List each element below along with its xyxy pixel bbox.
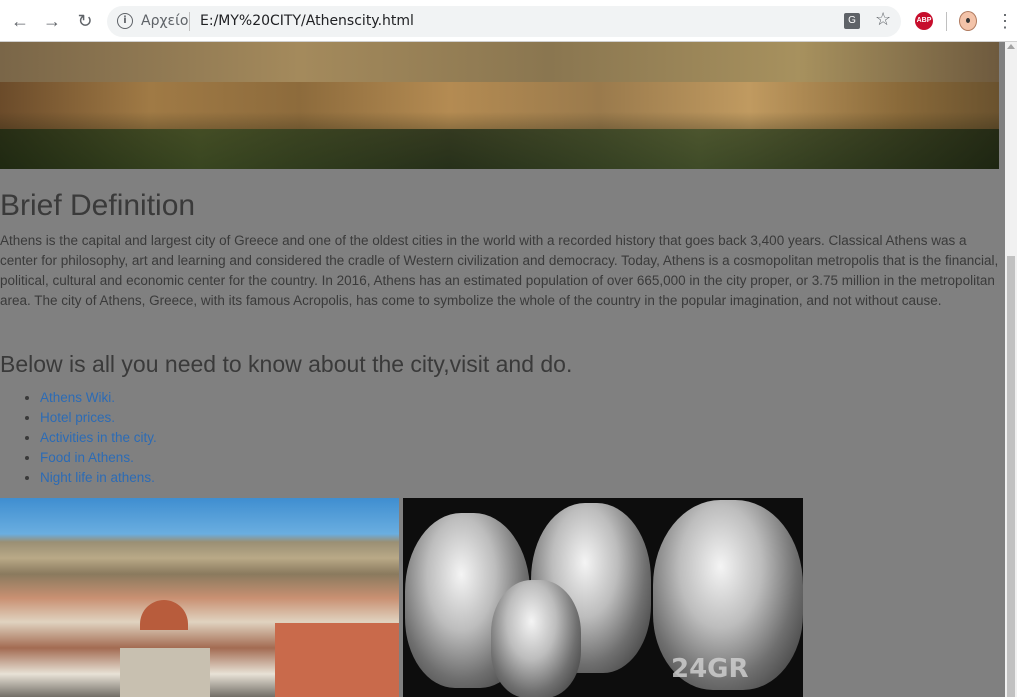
intro-paragraph: Athens is the capital and largest city o… — [0, 233, 999, 308]
photo-watermark: 24GR — [671, 654, 749, 684]
page-title: Brief Definition — [0, 189, 196, 222]
link-athens-wiki[interactable]: Athens Wiki. — [40, 390, 115, 405]
list-item: Night life in athens. — [40, 468, 157, 488]
address-bar[interactable]: i Αρχείο E:/MY%20CITY/Athenscity.html G … — [107, 6, 901, 37]
link-food[interactable]: Food in Athens. — [40, 450, 134, 465]
athens-cityscape-photo — [0, 498, 399, 697]
star-icon[interactable]: ☆ — [875, 9, 891, 30]
list-item: Hotel prices. — [40, 408, 157, 428]
acropolis-hero-image — [0, 42, 999, 169]
reload-icon[interactable]: ↻ — [74, 10, 96, 32]
link-hotel-prices[interactable]: Hotel prices. — [40, 410, 115, 425]
list-item: Activities in the city. — [40, 428, 157, 448]
hero-trees — [0, 129, 999, 169]
link-night-life[interactable]: Night life in athens. — [40, 470, 155, 485]
list-item: Athens Wiki. — [40, 388, 157, 408]
philosophers-busts-photo: 24GR — [403, 498, 803, 697]
info-icon[interactable]: i — [117, 13, 133, 29]
link-activities[interactable]: Activities in the city. — [40, 430, 157, 445]
adblock-plus-icon[interactable]: ABP — [915, 12, 933, 30]
kebab-menu-icon[interactable]: ⋮ — [996, 10, 1014, 32]
profile-avatar-icon[interactable] — [959, 11, 977, 31]
scroll-up-arrow-icon[interactable] — [1007, 44, 1015, 49]
scheme-label: Αρχείο — [141, 13, 189, 29]
hero-wall — [0, 42, 999, 82]
forward-arrow-icon[interactable]: → — [41, 10, 63, 32]
photo-building-red — [275, 623, 399, 697]
translate-icon[interactable]: G — [844, 13, 860, 29]
toolbar-separator — [946, 12, 947, 31]
vertical-scrollbar[interactable] — [1005, 42, 1017, 697]
url-text[interactable]: E:/MY%20CITY/Athenscity.html — [200, 13, 414, 29]
page-viewport: Brief Definition Athens is the capital a… — [0, 42, 1005, 697]
photo-building — [120, 648, 210, 697]
list-item: Food in Athens. — [40, 448, 157, 468]
photo-dome — [140, 600, 188, 630]
city-links-list: Athens Wiki. Hotel prices. Activities in… — [0, 388, 157, 488]
bust-aristotle — [491, 580, 581, 697]
address-separator — [189, 12, 190, 31]
back-arrow-icon[interactable]: ← — [9, 10, 31, 32]
browser-toolbar: ← → ↻ i Αρχείο E:/MY%20CITY/Athenscity.h… — [0, 0, 1017, 42]
section-subtitle: Below is all you need to know about the … — [0, 351, 573, 377]
scrollbar-thumb[interactable] — [1007, 256, 1015, 697]
